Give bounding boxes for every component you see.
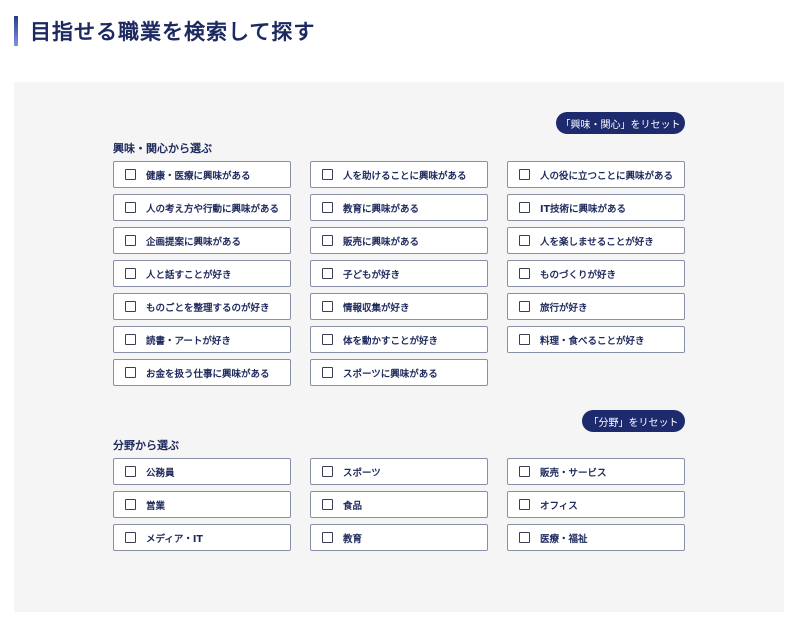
field-option-label: 営業 (146, 500, 166, 512)
interest-option[interactable]: 人を楽しませることが好き (507, 227, 685, 254)
interest-reset-button[interactable]: 「興味・関心」をリセット (556, 112, 685, 134)
interest-option-label: 情報収集が好き (343, 302, 410, 314)
interest-option[interactable]: 人の役に立つことに興味がある (507, 161, 685, 188)
checkbox[interactable] (519, 301, 530, 312)
checkbox[interactable] (519, 202, 530, 213)
checkbox[interactable] (322, 532, 333, 543)
checkbox[interactable] (322, 235, 333, 246)
field-options-grid: 公務員 スポーツ 販売・サービス営業 食品 オフィスメディア・IT 教育 医療・福祉 (113, 458, 685, 551)
interest-option[interactable]: ものづくりが好き (507, 260, 685, 287)
interest-option[interactable]: 子どもが好き (310, 260, 488, 287)
interest-option-label: スポーツに興味がある (343, 368, 438, 380)
interest-option-label: ものづくりが好き (540, 269, 617, 281)
checkbox[interactable] (125, 367, 136, 378)
checkbox[interactable] (519, 334, 530, 345)
checkbox[interactable] (322, 499, 333, 510)
interest-option[interactable]: 教育に興味がある (310, 194, 488, 221)
interest-option[interactable]: 企画提案に興味がある (113, 227, 291, 254)
interest-option[interactable]: スポーツに興味がある (310, 359, 488, 386)
checkbox[interactable] (125, 202, 136, 213)
interest-option[interactable]: お金を扱う仕事に興味がある (113, 359, 291, 386)
field-option[interactable]: 医療・福祉 (507, 524, 685, 551)
field-option-label: メディア・IT (146, 533, 203, 545)
interest-option[interactable]: 人と話すことが好き (113, 260, 291, 287)
field-option-label: スポーツ (343, 467, 381, 479)
checkbox[interactable] (519, 169, 530, 180)
interest-option[interactable]: 旅行が好き (507, 293, 685, 320)
checkbox[interactable] (125, 169, 136, 180)
field-option-label: 公務員 (146, 467, 175, 479)
title-accent-bar (14, 16, 18, 46)
checkbox[interactable] (322, 268, 333, 279)
interest-option[interactable]: 料理・食べることが好き (507, 326, 685, 353)
field-option[interactable]: メディア・IT (113, 524, 291, 551)
field-option-label: オフィス (540, 500, 578, 512)
checkbox[interactable] (519, 235, 530, 246)
interest-option-label: 旅行が好き (540, 302, 588, 314)
interest-option[interactable]: 人の考え方や行動に興味がある (113, 194, 291, 221)
interest-option-label: IT技術に興味がある (540, 203, 627, 215)
interest-option-label: 子どもが好き (343, 269, 401, 281)
interest-option-label: 人の役に立つことに興味がある (540, 170, 674, 182)
field-option[interactable]: 営業 (113, 491, 291, 518)
field-reset-button[interactable]: 「分野」をリセット (582, 410, 685, 432)
interest-option[interactable]: ものごとを整理するのが好き (113, 293, 291, 320)
field-option[interactable]: スポーツ (310, 458, 488, 485)
interest-option[interactable]: 販売に興味がある (310, 227, 488, 254)
checkbox[interactable] (322, 202, 333, 213)
checkbox[interactable] (125, 532, 136, 543)
interest-option-label: 人を楽しませることが好き (540, 236, 654, 248)
interest-option[interactable]: 人を助けることに興味がある (310, 161, 488, 188)
interest-option[interactable]: IT技術に興味がある (507, 194, 685, 221)
interest-option-label: 人を助けることに興味がある (343, 170, 467, 182)
checkbox[interactable] (519, 466, 530, 477)
field-option[interactable]: オフィス (507, 491, 685, 518)
field-option-label: 医療・福祉 (540, 533, 588, 545)
interest-option-label: 教育に興味がある (343, 203, 420, 215)
checkbox[interactable] (125, 466, 136, 477)
interest-option[interactable]: 健康・医療に興味がある (113, 161, 291, 188)
interest-section-label: 興味・関心から選ぶ (113, 142, 212, 155)
interest-option-label: 販売に興味がある (343, 236, 420, 248)
field-option-label: 食品 (343, 500, 363, 512)
search-panel: 「興味・関心」をリセット 興味・関心から選ぶ 健康・医療に興味がある 人を助けるこ… (14, 82, 784, 612)
interest-option-label: 人と話すことが好き (146, 269, 232, 281)
checkbox[interactable] (519, 532, 530, 543)
interest-options-grid: 健康・医療に興味がある 人を助けることに興味がある 人の役に立つことに興味がある人の… (113, 161, 685, 386)
field-section-label: 分野から選ぶ (113, 439, 179, 452)
field-option-label: 教育 (343, 533, 363, 545)
interest-option-label: ものごとを整理するのが好き (146, 302, 270, 314)
checkbox[interactable] (322, 169, 333, 180)
interest-option[interactable]: 読書・アートが好き (113, 326, 291, 353)
field-option[interactable]: 公務員 (113, 458, 291, 485)
page-title: 目指せる職業を検索して探す (30, 20, 316, 44)
field-option-label: 販売・サービス (540, 467, 607, 479)
checkbox[interactable] (125, 499, 136, 510)
field-option[interactable]: 販売・サービス (507, 458, 685, 485)
interest-option[interactable]: 情報収集が好き (310, 293, 488, 320)
interest-option-label: 健康・医療に興味がある (146, 170, 251, 182)
interest-option-label: 読書・アートが好き (146, 335, 231, 347)
interest-option-label: 体を動かすことが好き (343, 335, 439, 347)
checkbox[interactable] (322, 367, 333, 378)
interest-option-label: 企画提案に興味がある (146, 236, 242, 248)
checkbox[interactable] (519, 268, 530, 279)
interest-option-label: 料理・食べることが好き (540, 335, 645, 347)
checkbox[interactable] (519, 499, 530, 510)
interest-option-label: お金を扱う仕事に興味がある (146, 368, 270, 380)
field-option[interactable]: 食品 (310, 491, 488, 518)
checkbox[interactable] (322, 466, 333, 477)
interest-option-label: 人の考え方や行動に興味がある (146, 203, 280, 215)
checkbox[interactable] (322, 301, 333, 312)
field-option[interactable]: 教育 (310, 524, 488, 551)
checkbox[interactable] (125, 301, 136, 312)
page-header: 目指せる職業を検索して探す (14, 16, 315, 46)
checkbox[interactable] (125, 235, 136, 246)
checkbox[interactable] (125, 334, 136, 345)
checkbox[interactable] (322, 334, 333, 345)
checkbox[interactable] (125, 268, 136, 279)
interest-option[interactable]: 体を動かすことが好き (310, 326, 488, 353)
